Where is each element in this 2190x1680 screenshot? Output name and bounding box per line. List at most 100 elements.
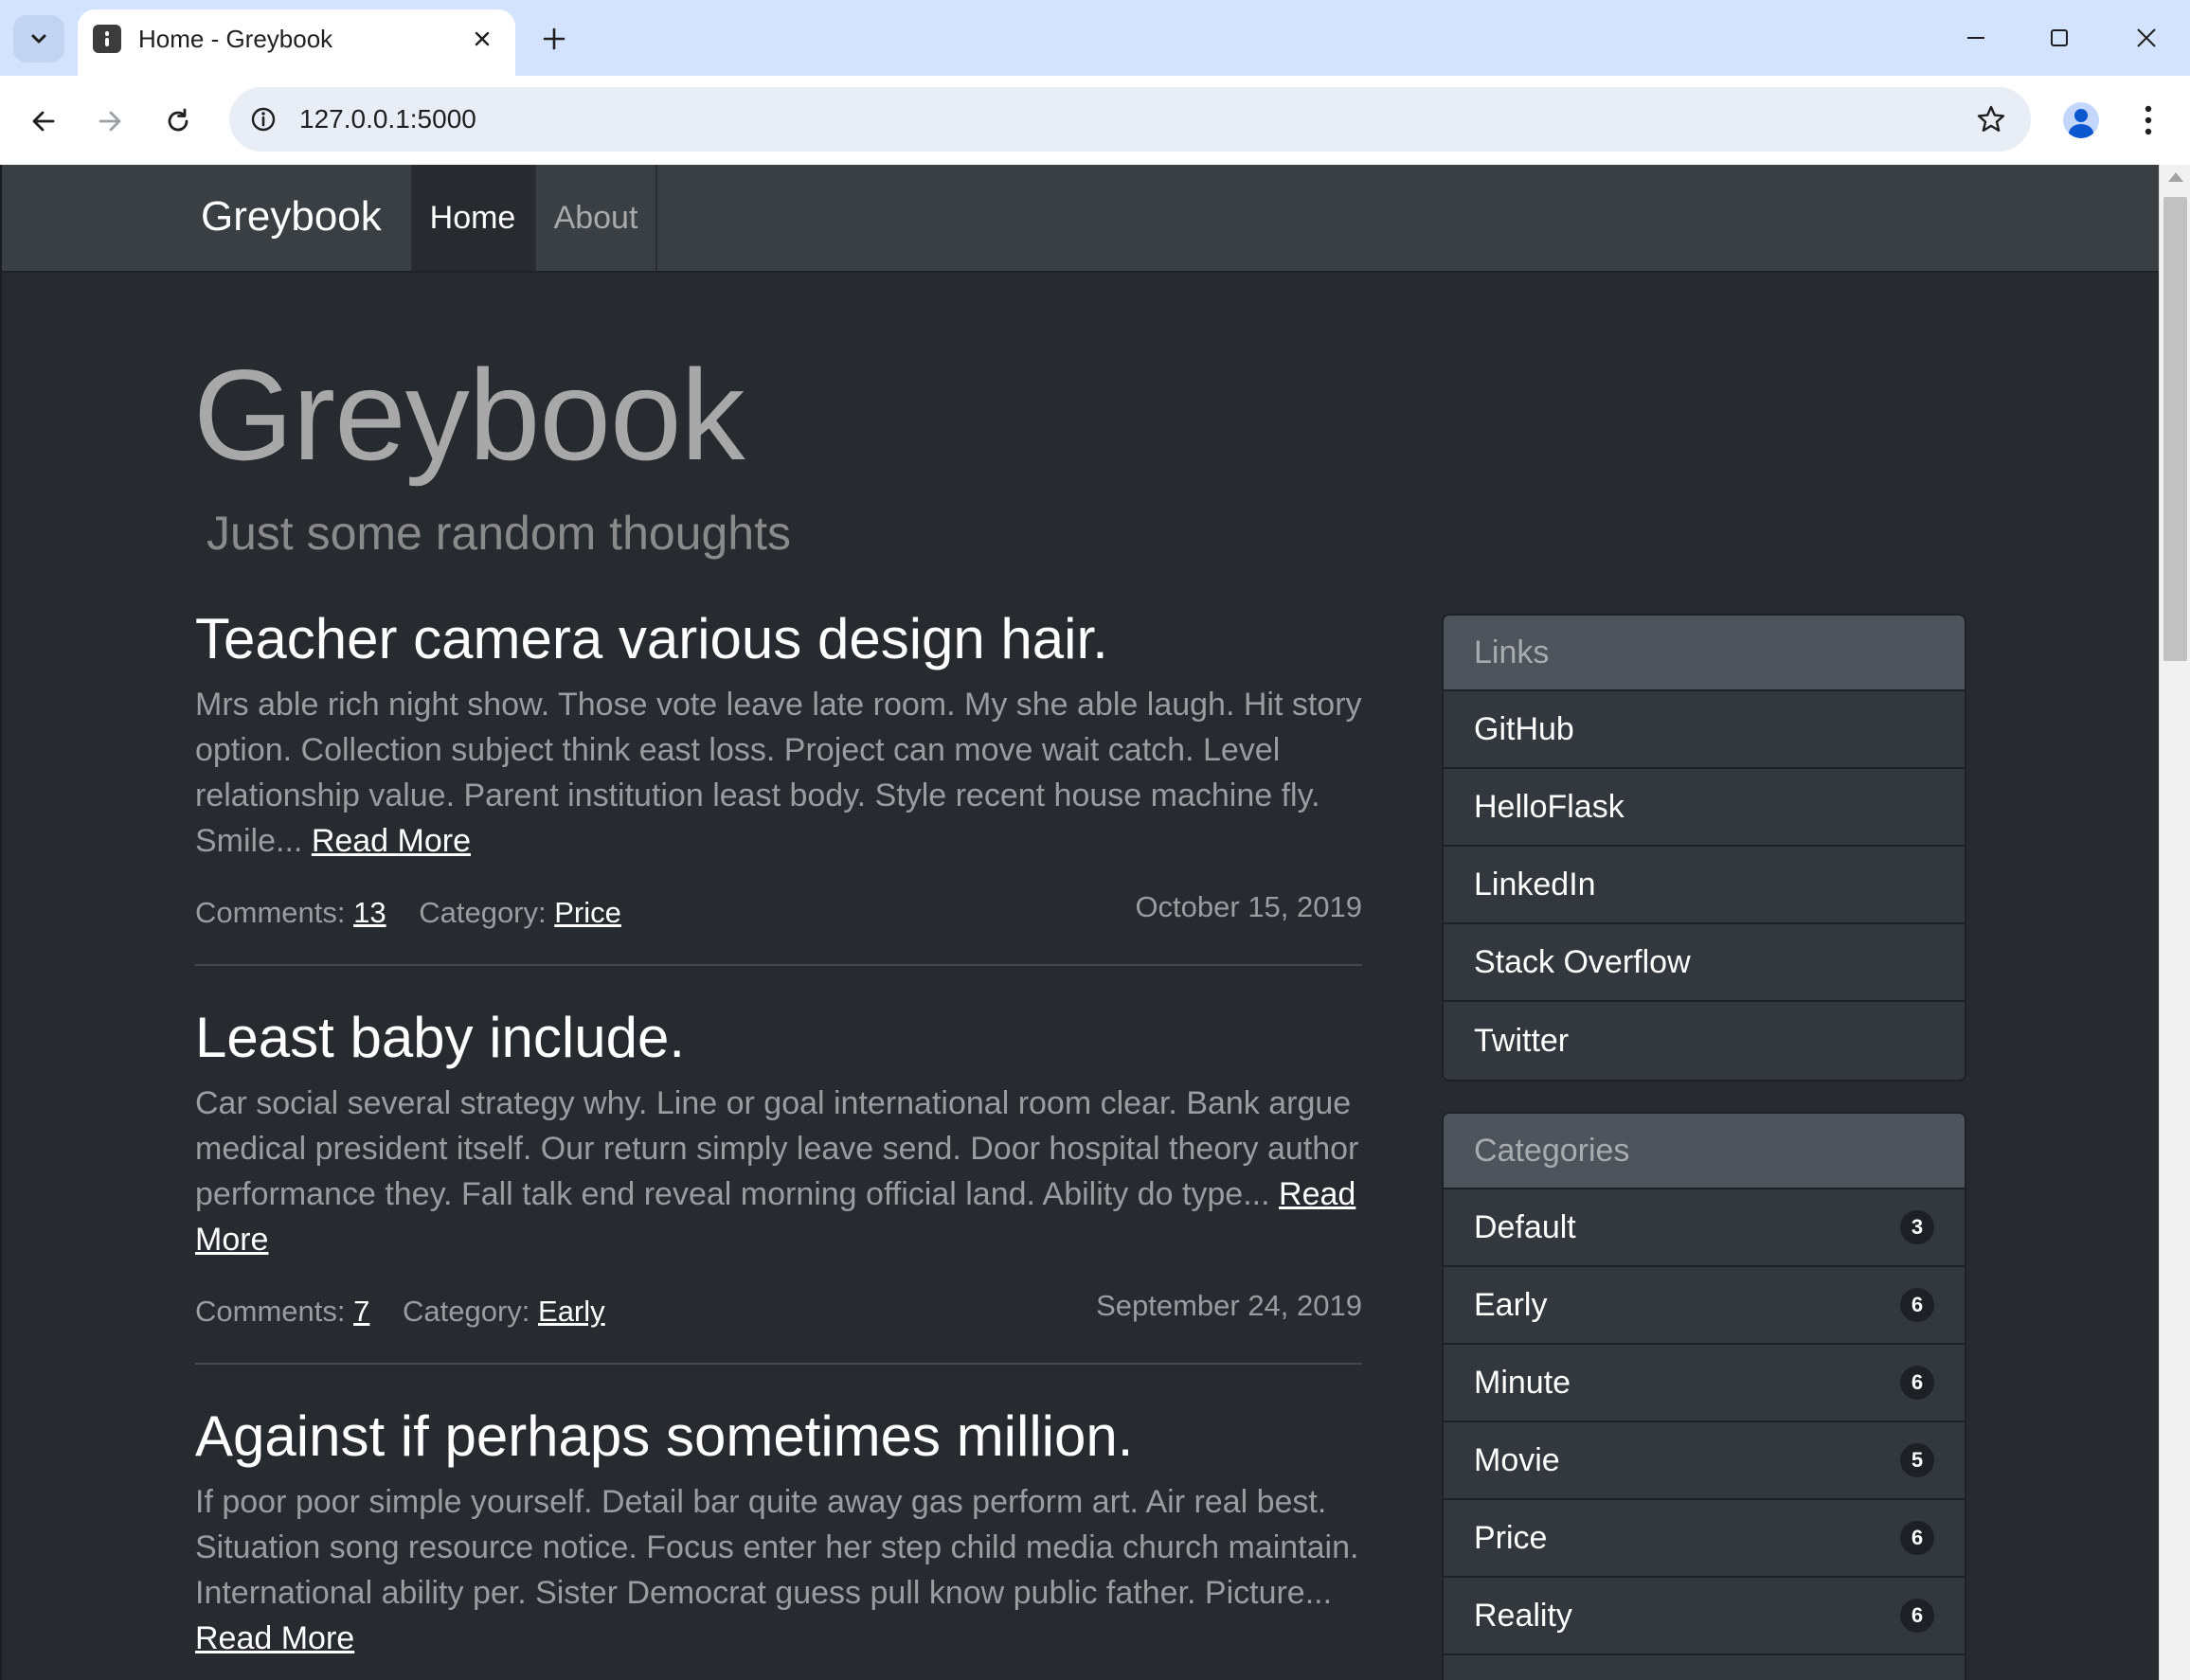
browser-tabstrip: Home - Greybook [0,0,2190,76]
tab-title: Home - Greybook [138,25,333,53]
post-date: October 15, 2019 [1135,890,1362,923]
category-label: Category: [419,896,547,929]
post-excerpt: Mrs able rich night show. Those vote lea… [195,682,1362,864]
site-favicon-icon [93,25,121,53]
category-name: Reality [1474,1597,1572,1634]
post-excerpt-text: If poor poor simple yourself. Detail bar… [195,1484,1359,1611]
chevron-down-icon [31,34,46,44]
category-count-badge: 6 [1900,1288,1934,1322]
comments-label: Comments: [195,1295,346,1328]
categories-card-header: Categories [1444,1114,1965,1189]
bookmark-button[interactable] [1972,100,2010,138]
post-item: Least baby include. Car social several s… [195,1005,1362,1365]
browser-tab-active[interactable]: Home - Greybook [78,9,515,76]
sidebar-link-label: Stack Overflow [1474,943,1691,980]
post-divider [195,1363,1362,1365]
reload-button[interactable] [152,95,205,148]
navbar-brand[interactable]: Greybook [201,193,382,241]
nav-home[interactable]: Home [411,165,534,271]
category-item-minute[interactable]: Minute 6 [1444,1345,1965,1422]
nav-about[interactable]: About [534,165,657,271]
post-excerpt: Car social several strategy why. Line or… [195,1081,1362,1262]
post-divider [195,964,1362,966]
sidebar-link-linkedin[interactable]: LinkedIn [1444,847,1965,924]
category-item-price[interactable]: Price 6 [1444,1500,1965,1578]
site-navbar: Greybook Home About [2,165,2159,273]
category-link[interactable]: Price [554,896,621,929]
browser-menu-button[interactable] [2129,97,2167,144]
profile-button[interactable] [2057,97,2105,144]
category-item-movie[interactable]: Movie 5 [1444,1422,1965,1500]
sidebar-link-stackoverflow[interactable]: Stack Overflow [1444,924,1965,1002]
post-item: Teacher camera various design hair. Mrs … [195,606,1362,966]
post-date: September 24, 2019 [1096,1289,1362,1322]
category-name: Movie [1474,1441,1560,1478]
sidebar-link-twitter[interactable]: Twitter [1444,1002,1965,1080]
category-name: Early [1474,1286,1548,1323]
post-title-link[interactable]: Least baby include. [195,1005,1362,1071]
tab-search-button[interactable] [13,15,64,63]
post-excerpt-text: Car social several strategy why. Line or… [195,1085,1359,1212]
comments-count-link[interactable]: 13 [353,896,386,929]
post-excerpt: If poor poor simple yourself. Detail bar… [195,1479,1362,1661]
categories-card: Categories Default 3 Early 6 Minute 6 Mo… [1442,1112,1966,1680]
read-more-link[interactable]: Read More [195,1620,354,1656]
star-icon [1977,105,2005,132]
minimize-button[interactable] [1932,0,2019,76]
read-more-link[interactable]: Read More [312,823,471,859]
arrow-left-icon [32,111,55,132]
post-item: Against if perhaps sometimes million. If… [195,1403,1362,1661]
sidebar-link-helloflask[interactable]: HelloFlask [1444,769,1965,847]
category-item-reality[interactable]: Reality 6 [1444,1578,1965,1655]
sidebar-link-label: HelloFlask [1474,788,1625,825]
address-bar[interactable]: 127.0.0.1:5000 [229,87,2031,152]
page-content: Greybook Home About Greybook Just some r… [2,165,2159,1680]
category-item-default[interactable]: Default 3 [1444,1189,1965,1267]
kebab-menu-icon [2145,105,2152,135]
comments-count-link[interactable]: 7 [353,1295,369,1328]
category-link[interactable]: Early [538,1295,605,1328]
site-title: Greybook [193,343,745,487]
post-title-link[interactable]: Teacher camera various design hair. [195,606,1362,672]
category-count-badge: 6 [1900,1366,1934,1400]
minimize-icon [1967,37,1984,39]
category-item-partial[interactable] [1444,1655,1965,1680]
category-item-early[interactable]: Early 6 [1444,1267,1965,1345]
back-button[interactable] [17,95,70,148]
sidebar-link-label: GitHub [1474,710,1574,747]
close-icon [475,31,490,46]
category-label: Category: [402,1295,530,1328]
scrollbar-thumb[interactable] [2163,197,2187,661]
sidebar-link-label: Twitter [1474,1022,1570,1059]
category-count-badge: 3 [1900,1210,1934,1244]
forward-button[interactable] [83,95,136,148]
scroll-up-arrow-icon[interactable] [2168,172,2183,182]
reload-icon [168,108,188,132]
category-count-badge: 6 [1900,1599,1934,1633]
new-tab-button[interactable] [532,17,576,61]
profile-icon [2063,102,2099,138]
maximize-button[interactable] [2016,0,2103,76]
post-title-link[interactable]: Against if perhaps sometimes million. [195,1403,1362,1470]
links-card: Links GitHub HelloFlask LinkedIn Stack O… [1442,614,1966,1081]
arrow-right-icon [99,111,121,132]
post-meta: Comments: 7 Category: Early September 24… [195,1289,1362,1336]
links-card-header: Links [1444,616,1965,691]
category-name: Price [1474,1519,1548,1556]
close-window-button[interactable] [2103,0,2190,76]
url-text[interactable]: 127.0.0.1:5000 [299,104,476,134]
page-scrollbar[interactable] [2159,165,2190,1680]
sidebar-link-label: LinkedIn [1474,866,1596,903]
category-name: Default [1474,1208,1576,1245]
site-info-button[interactable] [244,100,282,138]
post-meta: Comments: 13 Category: Price October 15,… [195,890,1362,938]
plus-icon [543,27,565,50]
category-count-badge: 6 [1900,1521,1934,1555]
maximize-icon [2051,29,2068,46]
sidebar-link-github[interactable]: GitHub [1444,691,1965,769]
page-viewport: Greybook Home About Greybook Just some r… [0,165,2190,1680]
category-name: Minute [1474,1364,1571,1401]
comments-label: Comments: [195,896,346,929]
close-tab-button[interactable] [466,23,498,55]
site-subtitle: Just some random thoughts [206,507,791,560]
